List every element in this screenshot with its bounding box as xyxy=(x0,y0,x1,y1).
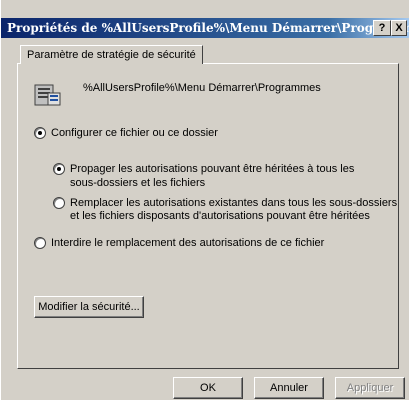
replace-label-line2: et les fichiers disposants d'autorisatio… xyxy=(70,210,370,222)
propagate-radio[interactable] xyxy=(53,163,65,175)
ok-button[interactable]: OK xyxy=(173,377,243,399)
configure-radio[interactable] xyxy=(34,127,46,139)
prevent-label: Interdire le remplacement des autorisati… xyxy=(51,237,325,249)
apply-button[interactable]: Appliquer xyxy=(335,377,405,399)
replace-radio[interactable] xyxy=(53,197,65,209)
configure-label: Configurer ce fichier ou ce dossier xyxy=(51,127,218,139)
tab-security-policy[interactable]: Paramètre de stratégie de sécurité xyxy=(20,45,203,64)
window-title: Propriétés de %AllUsersProfile%\Menu Dém… xyxy=(7,21,409,35)
title-bar[interactable]: Propriétés de %AllUsersProfile%\Menu Dém… xyxy=(1,18,409,38)
replace-label-line1: Remplacer les autorisations existantes d… xyxy=(70,197,398,209)
object-path: %AllUsersProfile%\Menu Démarrer\Programm… xyxy=(83,82,321,94)
help-button[interactable]: ? xyxy=(373,20,391,36)
close-button[interactable]: X xyxy=(391,20,407,36)
properties-dialog: Propriétés de %AllUsersProfile%\Menu Dém… xyxy=(0,0,409,400)
propagate-label-line1: Propager les autorisations pouvant être … xyxy=(70,163,355,175)
modify-security-button[interactable]: Modifier la sécurité... xyxy=(34,296,144,318)
prevent-radio[interactable] xyxy=(34,237,46,249)
cancel-button[interactable]: Annuler xyxy=(254,377,324,399)
propagate-label-line2: sous-dossiers et les fichiers xyxy=(70,177,206,189)
policy-icon xyxy=(34,84,61,106)
